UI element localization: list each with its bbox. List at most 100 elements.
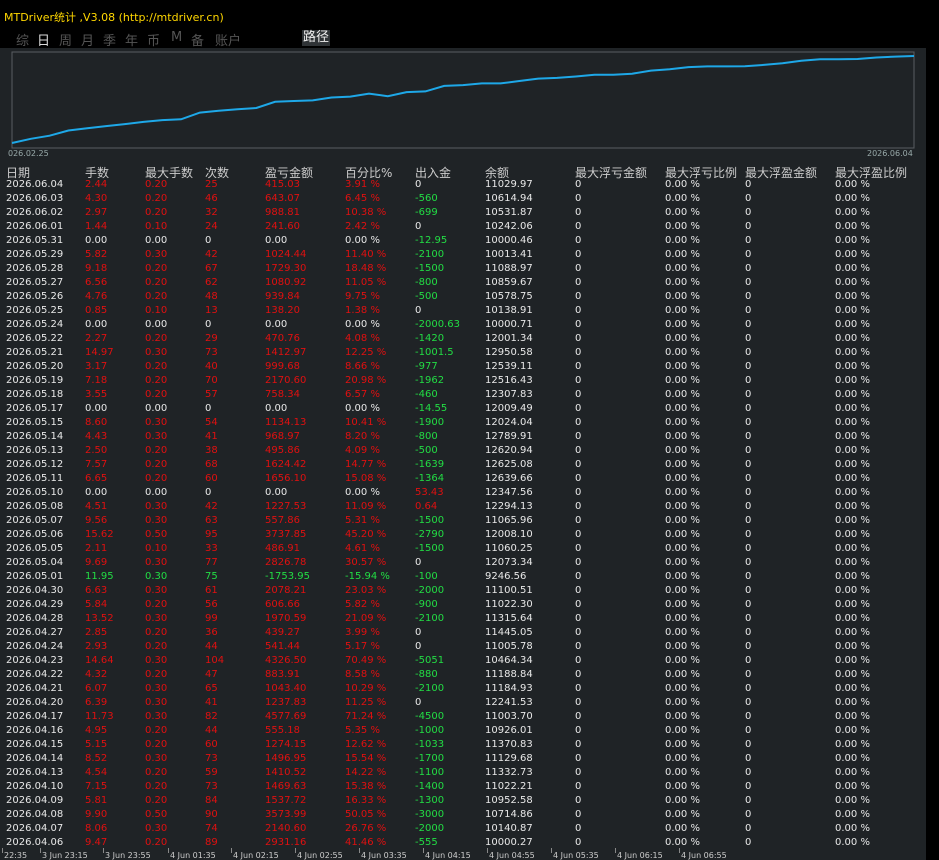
cell: 12024.04 bbox=[485, 417, 533, 428]
tab-6[interactable]: 币 bbox=[147, 30, 160, 49]
tab-4[interactable]: 季 bbox=[103, 30, 116, 49]
cell: 2026.04.16 bbox=[6, 725, 64, 736]
cell: 486.91 bbox=[265, 543, 300, 554]
tab-8[interactable]: 备 bbox=[191, 30, 204, 49]
cell: 0.00 % bbox=[835, 305, 870, 316]
cell: 0.20 bbox=[145, 361, 168, 372]
cell: -1300 bbox=[415, 795, 445, 806]
cell: 75 bbox=[205, 571, 218, 582]
cell: 0 bbox=[745, 683, 752, 694]
cell: 939.84 bbox=[265, 291, 300, 302]
cell: 2026.04.15 bbox=[6, 739, 64, 750]
cell: 12073.34 bbox=[485, 557, 533, 568]
table-row: 2026.04.08 9.90 0.50 90 3573.99 50.05 % -3000 1… bbox=[0, 808, 926, 822]
cell: 0 bbox=[745, 711, 752, 722]
cell: 0 bbox=[575, 809, 582, 820]
cell: 50.05 % bbox=[345, 809, 387, 820]
cell: 0.30 bbox=[145, 417, 168, 428]
tab-7[interactable]: M bbox=[171, 30, 182, 45]
table-row: 2026.05.19 7.18 0.20 70 2170.60 20.98 % -1962 1… bbox=[0, 374, 926, 388]
cell: 14.22 % bbox=[345, 767, 387, 778]
cell: 5.81 bbox=[85, 795, 108, 806]
cell: 10926.01 bbox=[485, 725, 533, 736]
cell: -15.94 % bbox=[345, 571, 390, 582]
cell: 14.77 % bbox=[345, 459, 387, 470]
cell: -560 bbox=[415, 193, 438, 204]
cell: 2026.06.01 bbox=[6, 221, 64, 232]
cell: 0 bbox=[745, 515, 752, 526]
cell: 11370.83 bbox=[485, 739, 533, 750]
cell: 1134.13 bbox=[265, 417, 307, 428]
cell: 2026.05.21 bbox=[6, 347, 64, 358]
tab-9[interactable]: 账户 bbox=[215, 30, 241, 49]
time-tick bbox=[615, 848, 616, 853]
cell: 0.30 bbox=[145, 711, 168, 722]
table-row: 2026.05.17 0.00 0.00 0 0.00 0.00 % -14.55 12009… bbox=[0, 402, 926, 416]
cell: 606.66 bbox=[265, 599, 300, 610]
cell: 12294.13 bbox=[485, 501, 533, 512]
cell: 0 bbox=[745, 669, 752, 680]
tab-0[interactable]: 综 bbox=[16, 30, 29, 49]
table-row: 2026.05.10 0.00 0.00 0 0.00 0.00 % 53.43 12347.… bbox=[0, 486, 926, 500]
cell: 0.00 % bbox=[835, 487, 870, 498]
table-row: 2026.05.05 2.11 0.10 33 486.91 4.61 % -1500 110… bbox=[0, 542, 926, 556]
cell: 2026.05.22 bbox=[6, 333, 64, 344]
cell: 1496.95 bbox=[265, 753, 307, 764]
tab-2[interactable]: 周 bbox=[59, 30, 72, 49]
cell: 71.24 % bbox=[345, 711, 387, 722]
table-row: 2026.04.17 11.73 0.30 82 4577.69 71.24 % -4500… bbox=[0, 710, 926, 724]
cell: 0.00 % bbox=[665, 249, 700, 260]
table-row: 2026.05.14 4.43 0.30 41 968.97 8.20 % -800 1278… bbox=[0, 430, 926, 444]
cell: 2170.60 bbox=[265, 375, 307, 386]
cell: 45.20 % bbox=[345, 529, 387, 540]
cell: 0 bbox=[745, 487, 752, 498]
cell: 0.00 % bbox=[665, 221, 700, 232]
cell: 5.82 bbox=[85, 249, 108, 260]
cell: 2026.04.17 bbox=[6, 711, 64, 722]
cell: 41 bbox=[205, 697, 218, 708]
table-row: 2026.05.18 3.55 0.20 57 758.34 6.57 % -460 1230… bbox=[0, 388, 926, 402]
cell: 6.65 bbox=[85, 473, 108, 484]
cell: 0 bbox=[575, 529, 582, 540]
cell: 0 bbox=[205, 235, 212, 246]
cell: 0.00 % bbox=[835, 767, 870, 778]
cell: -555 bbox=[415, 837, 438, 848]
tab-1[interactable]: 日 bbox=[37, 30, 50, 49]
table-row: 2026.05.08 4.51 0.30 42 1227.53 11.09 % 0.64 12… bbox=[0, 500, 926, 514]
cell: 38 bbox=[205, 445, 218, 456]
cell: 10714.86 bbox=[485, 809, 533, 820]
table-row: 2026.05.31 0.00 0.00 0 0.00 0.00 % -12.95 10000… bbox=[0, 234, 926, 248]
cell: 12639.66 bbox=[485, 473, 533, 484]
cell: 0 bbox=[745, 501, 752, 512]
cell: -800 bbox=[415, 277, 438, 288]
tab-path[interactable]: 路径 bbox=[302, 30, 330, 46]
cell: 0.00 % bbox=[835, 795, 870, 806]
cell: -1500 bbox=[415, 515, 445, 526]
cell: 2826.78 bbox=[265, 557, 307, 568]
cell: 4.61 % bbox=[345, 543, 380, 554]
cell: 2026.05.15 bbox=[6, 417, 64, 428]
cell: 9.47 bbox=[85, 837, 108, 848]
time-tick bbox=[487, 848, 488, 853]
cell: 8.66 % bbox=[345, 361, 380, 372]
cell: 0.00 % bbox=[835, 585, 870, 596]
cell: 2026.04.30 bbox=[6, 585, 64, 596]
tab-5[interactable]: 年 bbox=[125, 30, 138, 49]
cell: -500 bbox=[415, 291, 438, 302]
cell: -3000 bbox=[415, 809, 445, 820]
cell: 0.00 % bbox=[835, 571, 870, 582]
cell: -460 bbox=[415, 389, 438, 400]
cell: 0 bbox=[745, 431, 752, 442]
scrollbar[interactable] bbox=[926, 48, 939, 860]
cell: 42 bbox=[205, 249, 218, 260]
cell: 0.00 % bbox=[835, 627, 870, 638]
cell: 2026.05.19 bbox=[6, 375, 64, 386]
tab-3[interactable]: 月 bbox=[81, 30, 94, 49]
cell: 0.30 bbox=[145, 655, 168, 666]
cell: 2026.04.23 bbox=[6, 655, 64, 666]
cell: 883.91 bbox=[265, 669, 300, 680]
cell: 9.69 bbox=[85, 557, 108, 568]
cell: 1080.92 bbox=[265, 277, 307, 288]
cell: 0 bbox=[575, 795, 582, 806]
cell: 104 bbox=[205, 655, 225, 666]
